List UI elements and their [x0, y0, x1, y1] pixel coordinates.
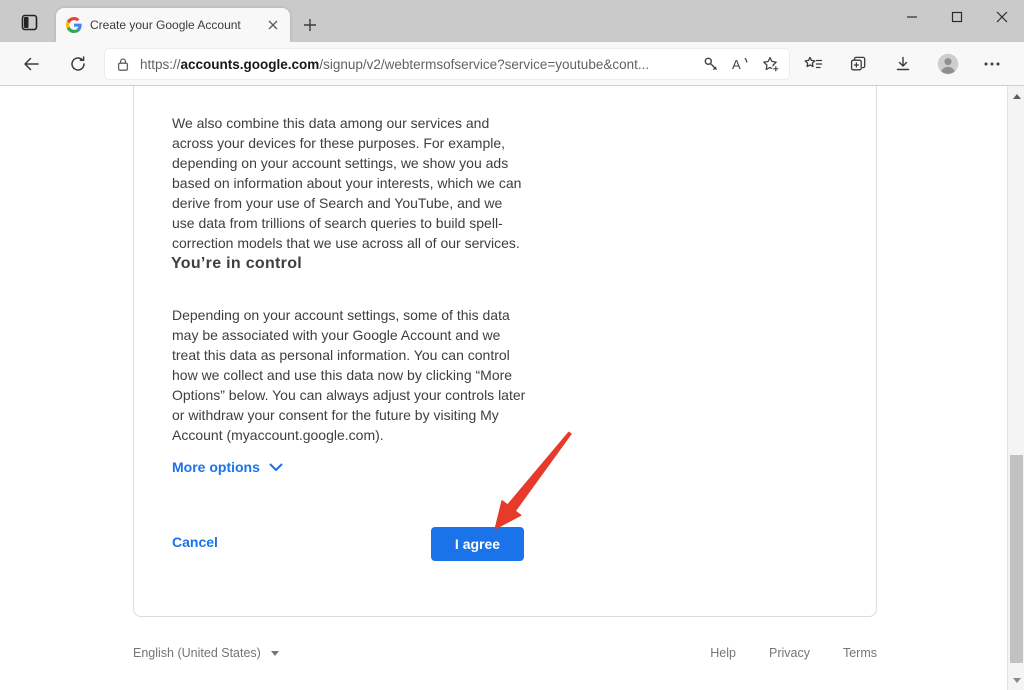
footer-links: Help Privacy Terms [710, 646, 877, 660]
settings-menu-button[interactable] [976, 48, 1008, 80]
language-selector[interactable]: English (United States) [133, 646, 279, 660]
more-options-link[interactable]: More options [172, 459, 283, 475]
maximize-button[interactable] [934, 0, 979, 34]
read-aloud-button[interactable]: A [726, 50, 756, 78]
language-label: English (United States) [133, 646, 261, 660]
scrollbar-thumb[interactable] [1010, 455, 1023, 663]
titlebar: Create your Google Account [0, 0, 1024, 42]
vertical-scrollbar[interactable] [1007, 86, 1024, 690]
profile-avatar-icon [937, 53, 959, 75]
address-bar[interactable]: https://accounts.google.com/signup/v2/we… [104, 48, 790, 80]
url-scheme: https:// [140, 57, 181, 72]
url-text: https://accounts.google.com/signup/v2/we… [140, 57, 696, 72]
terms-link[interactable]: Terms [843, 646, 877, 660]
terms-paragraph-1: We also combine this data among our serv… [172, 113, 528, 253]
scroll-up-icon [1013, 94, 1021, 99]
profile-button[interactable] [932, 48, 964, 80]
help-link[interactable]: Help [710, 646, 736, 660]
dropdown-caret-icon [271, 651, 279, 656]
new-tab-button[interactable] [296, 11, 324, 39]
terms-paragraph-2: Depending on your account settings, some… [172, 305, 528, 445]
ellipsis-icon [984, 62, 1000, 66]
scroll-down-button[interactable] [1008, 672, 1024, 688]
cancel-button[interactable]: Cancel [172, 534, 218, 550]
collections-button[interactable] [842, 48, 874, 80]
tab-actions-menu-button[interactable] [14, 9, 44, 35]
downloads-button[interactable] [887, 48, 919, 80]
password-key-button[interactable] [696, 50, 726, 78]
chevron-down-icon [269, 463, 283, 472]
more-options-label: More options [172, 459, 260, 475]
url-domain: accounts.google.com [181, 57, 320, 72]
collections-icon [850, 56, 867, 72]
tab-close-button[interactable] [264, 16, 282, 34]
favorites-icon [804, 56, 823, 72]
add-favorite-button[interactable] [756, 50, 786, 78]
url-path: /signup/v2/webtermsofservice?service=you… [319, 57, 649, 72]
close-window-button[interactable] [979, 0, 1024, 34]
read-aloud-icon: A [731, 56, 751, 72]
key-icon [703, 56, 719, 72]
google-favicon-icon [66, 17, 82, 33]
tab-title: Create your Google Account [90, 18, 264, 32]
browser-window: Create your Google Account [0, 0, 1024, 690]
refresh-icon [70, 56, 86, 72]
privacy-link[interactable]: Privacy [769, 646, 810, 660]
lock-icon [116, 57, 130, 72]
window-controls [889, 0, 1024, 42]
star-plus-icon [762, 56, 780, 73]
download-icon [895, 56, 911, 72]
scroll-up-button[interactable] [1008, 88, 1024, 104]
back-icon [22, 56, 40, 72]
favorites-button[interactable] [797, 48, 829, 80]
section-heading: You’re in control [171, 255, 302, 273]
page-content: We also combine this data among our serv… [0, 86, 1024, 690]
browser-toolbar: https://accounts.google.com/signup/v2/we… [0, 42, 1024, 86]
scroll-down-icon [1013, 678, 1021, 683]
svg-text:A: A [732, 57, 741, 72]
tab-actions-icon [21, 14, 38, 31]
tab-create-google-account[interactable]: Create your Google Account [56, 8, 290, 42]
back-button[interactable] [15, 48, 47, 80]
minimize-button[interactable] [889, 0, 934, 34]
refresh-button[interactable] [62, 48, 94, 80]
agree-button[interactable]: I agree [431, 527, 524, 561]
